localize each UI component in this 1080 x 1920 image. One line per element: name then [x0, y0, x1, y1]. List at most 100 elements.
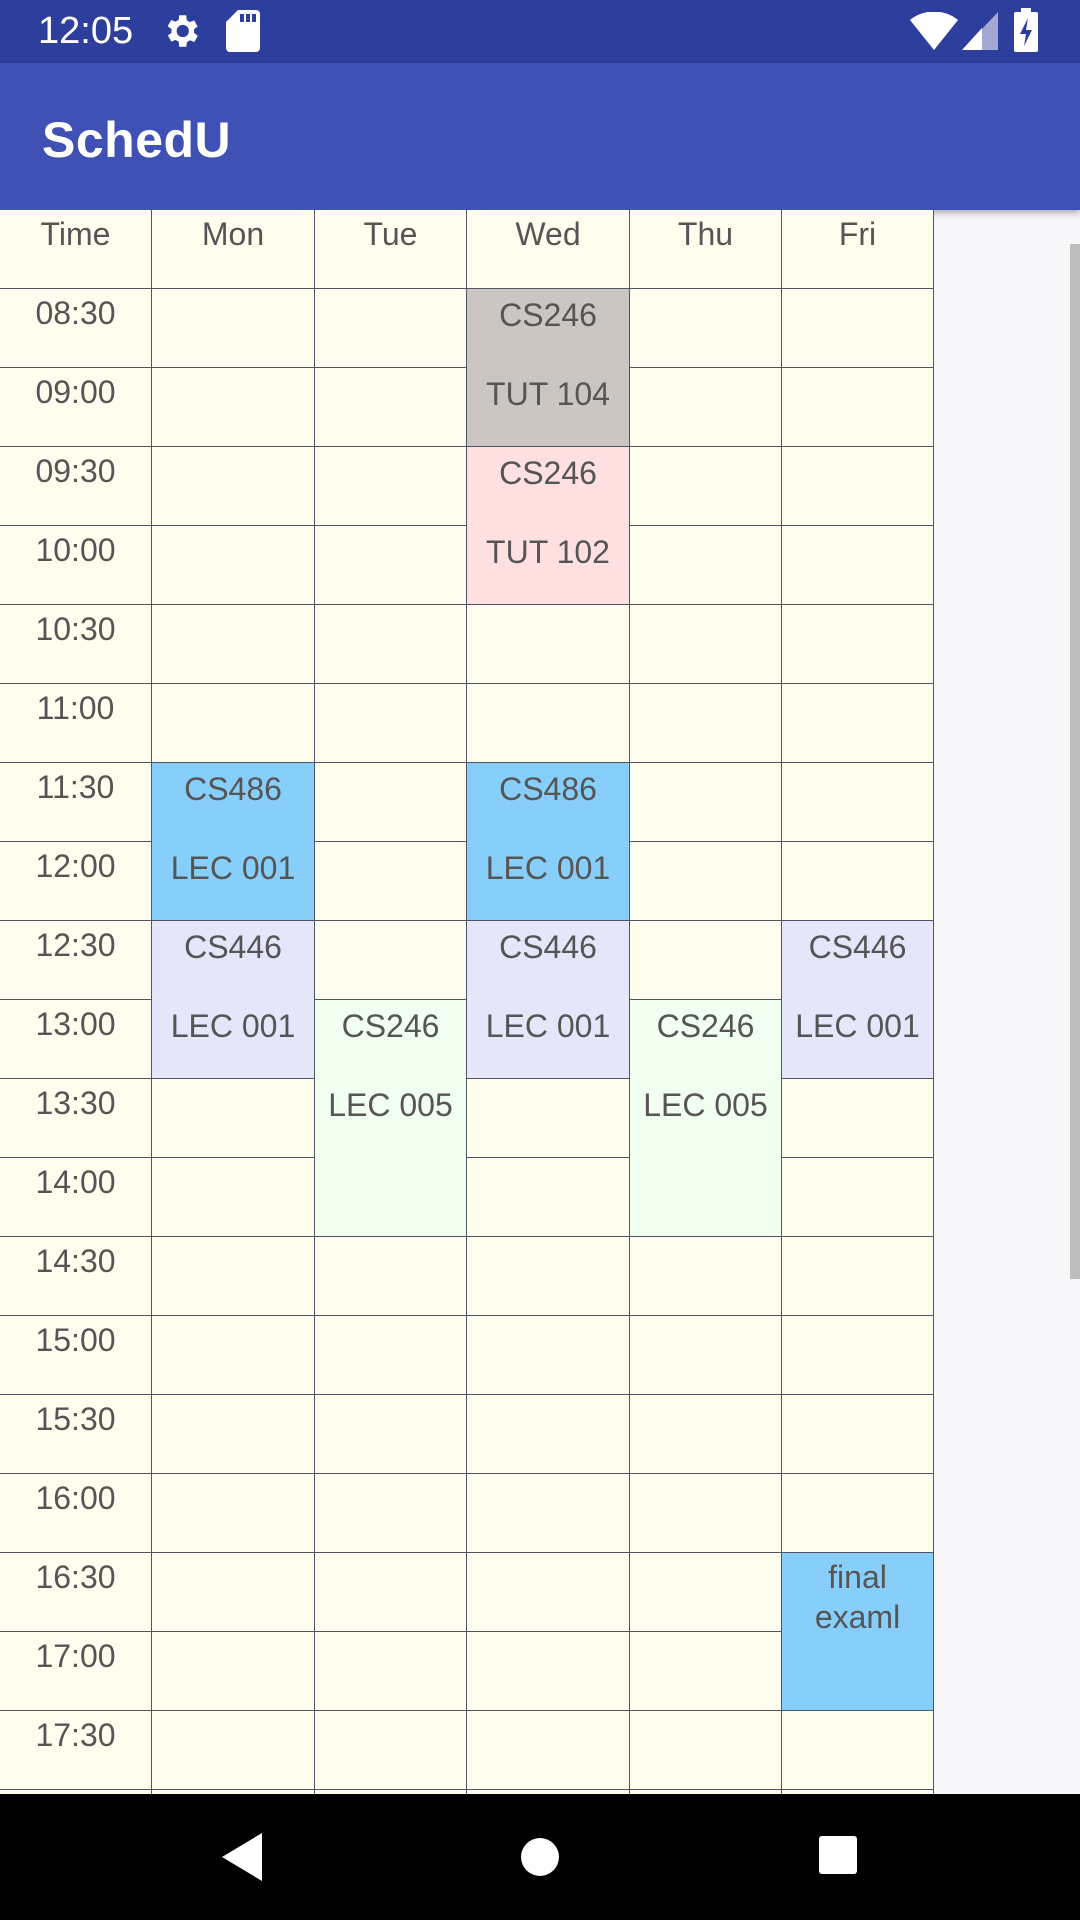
back-icon[interactable]: [218, 1827, 266, 1887]
time-slot[interactable]: [152, 1711, 315, 1790]
time-slot[interactable]: [630, 763, 782, 842]
signal-icon: [962, 12, 998, 50]
time-slot[interactable]: [315, 842, 467, 921]
time-slot[interactable]: [315, 1316, 467, 1395]
class-block[interactable]: final examl: [782, 1553, 934, 1711]
time-slot[interactable]: [315, 368, 467, 447]
time-slot[interactable]: [315, 1474, 467, 1553]
class-block[interactable]: CS246 LEC 005: [315, 1000, 467, 1237]
time-slot[interactable]: [630, 921, 782, 1000]
time-slot[interactable]: [782, 526, 934, 605]
time-slot[interactable]: [315, 1237, 467, 1316]
time-slot[interactable]: [152, 1395, 315, 1474]
time-slot[interactable]: [315, 289, 467, 368]
time-slot[interactable]: [152, 368, 315, 447]
time-slot[interactable]: [467, 1711, 630, 1790]
time-slot[interactable]: [467, 684, 630, 763]
time-slot[interactable]: [782, 1158, 934, 1237]
time-slot[interactable]: [630, 1237, 782, 1316]
scrollbar[interactable]: [1070, 244, 1080, 1279]
time-slot[interactable]: [152, 605, 315, 684]
time-slot[interactable]: [315, 763, 467, 842]
time-slot[interactable]: [630, 1395, 782, 1474]
class-course-code: CS446: [808, 929, 907, 965]
time-label: 17:00: [0, 1632, 152, 1711]
class-block[interactable]: CS246 LEC 005: [630, 1000, 782, 1237]
time-label: 08:30: [0, 289, 152, 368]
time-slot[interactable]: [315, 1395, 467, 1474]
time-slot[interactable]: [630, 526, 782, 605]
time-slot[interactable]: [467, 1237, 630, 1316]
class-block[interactable]: CS446 LEC 001: [152, 921, 315, 1079]
recents-icon[interactable]: [817, 1832, 859, 1882]
time-slot[interactable]: [467, 1474, 630, 1553]
time-slot[interactable]: [630, 447, 782, 526]
time-label: 16:30: [0, 1553, 152, 1632]
time-slot[interactable]: [630, 1474, 782, 1553]
time-slot[interactable]: [152, 447, 315, 526]
time-slot[interactable]: [152, 1237, 315, 1316]
time-slot[interactable]: [152, 1316, 315, 1395]
time-slot[interactable]: [467, 1632, 630, 1711]
time-slot[interactable]: [152, 289, 315, 368]
time-slot[interactable]: [782, 842, 934, 921]
time-slot[interactable]: [782, 605, 934, 684]
class-block[interactable]: CS446 LEC 001: [782, 921, 934, 1079]
time-slot[interactable]: [315, 605, 467, 684]
time-slot[interactable]: [630, 842, 782, 921]
time-slot[interactable]: [315, 526, 467, 605]
time-slot[interactable]: [467, 1158, 630, 1237]
time-slot[interactable]: [782, 1079, 934, 1158]
time-slot[interactable]: [782, 684, 934, 763]
timetable-grid[interactable]: Time Mon Tue Wed Thu Fri 08:30 09:00 09:30 10:00 1…: [0, 210, 934, 1794]
time-slot[interactable]: [782, 1395, 934, 1474]
time-slot[interactable]: [630, 368, 782, 447]
time-slot[interactable]: [630, 1711, 782, 1790]
time-slot[interactable]: [152, 1553, 315, 1632]
class-block[interactable]: CS246 TUT 102: [467, 447, 630, 605]
status-bar: 12:05: [0, 0, 1080, 63]
time-slot[interactable]: [782, 1237, 934, 1316]
time-slot[interactable]: [152, 1158, 315, 1237]
time-slot[interactable]: [152, 684, 315, 763]
time-slot[interactable]: [782, 1474, 934, 1553]
time-slot[interactable]: [630, 1632, 782, 1711]
time-slot[interactable]: [152, 1474, 315, 1553]
home-icon[interactable]: [505, 1832, 575, 1882]
time-slot[interactable]: [782, 447, 934, 526]
class-course-code: CS246: [656, 1008, 755, 1044]
time-slot[interactable]: [782, 1711, 934, 1790]
time-slot[interactable]: [782, 763, 934, 842]
time-slot[interactable]: [630, 1316, 782, 1395]
time-slot[interactable]: [152, 1079, 315, 1158]
header-mon: Mon: [152, 210, 315, 289]
header-fri: Fri: [782, 210, 934, 289]
time-label: 11:30: [0, 763, 152, 842]
time-slot[interactable]: [315, 1553, 467, 1632]
time-slot[interactable]: [315, 1632, 467, 1711]
time-slot[interactable]: [152, 526, 315, 605]
time-slot[interactable]: [630, 289, 782, 368]
class-block[interactable]: CS446 LEC 001: [467, 921, 630, 1079]
time-slot[interactable]: [467, 1079, 630, 1158]
time-slot[interactable]: [782, 368, 934, 447]
time-slot[interactable]: [467, 605, 630, 684]
time-slot[interactable]: [630, 1553, 782, 1632]
time-slot[interactable]: [315, 1711, 467, 1790]
class-section: LEC 001: [485, 850, 611, 886]
time-slot[interactable]: [315, 684, 467, 763]
class-block[interactable]: CS486 LEC 001: [152, 763, 315, 921]
time-slot[interactable]: [782, 1316, 934, 1395]
time-slot[interactable]: [467, 1395, 630, 1474]
time-slot[interactable]: [315, 447, 467, 526]
time-slot[interactable]: [315, 921, 467, 1000]
class-block[interactable]: CS246 TUT 104: [467, 289, 630, 447]
time-slot[interactable]: [630, 605, 782, 684]
time-slot[interactable]: [467, 1553, 630, 1632]
time-slot[interactable]: [467, 1316, 630, 1395]
time-slot[interactable]: [782, 289, 934, 368]
navigation-bar: [0, 1794, 1080, 1920]
class-block[interactable]: CS486 LEC 001: [467, 763, 630, 921]
time-slot[interactable]: [152, 1632, 315, 1711]
time-slot[interactable]: [630, 684, 782, 763]
